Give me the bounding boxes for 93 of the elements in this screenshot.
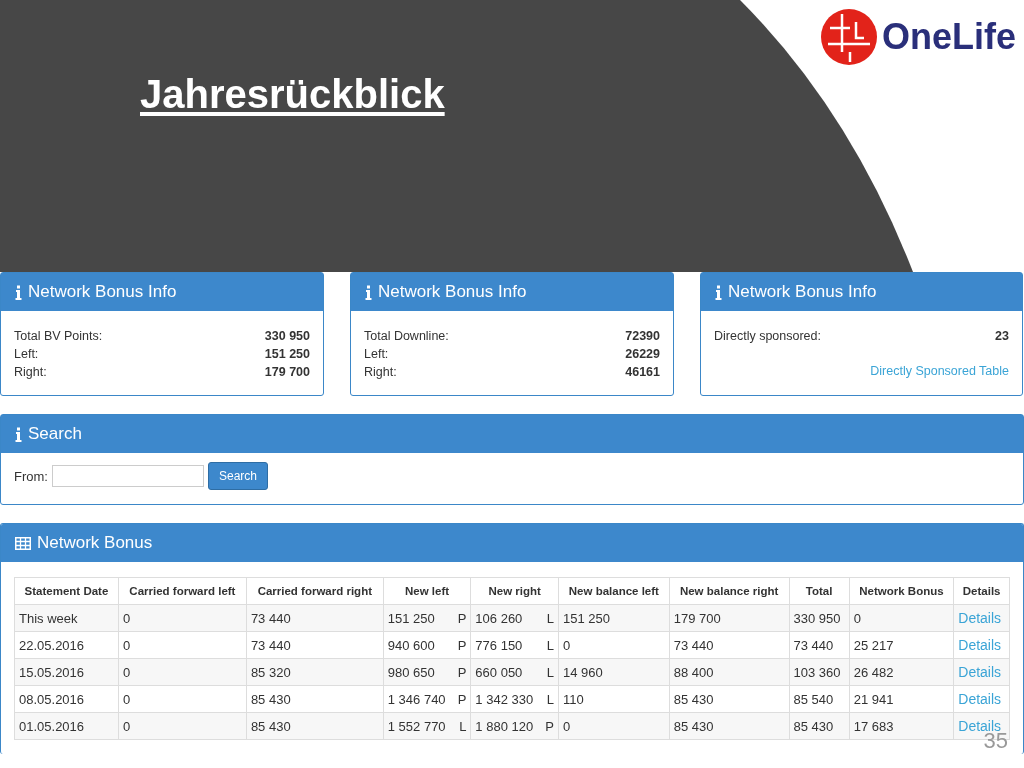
info-value: 151 250 (264, 346, 310, 363)
table-cell: 776 150 (475, 637, 523, 653)
column-header: New balance left (558, 577, 670, 605)
table-cell: 73 440 (669, 631, 789, 659)
leg-label: P (457, 664, 467, 680)
table-cell: 15.05.2016 (14, 658, 119, 686)
info-icon (365, 284, 372, 300)
table-cell: 0 (118, 631, 247, 659)
table-cell: 85 430 (669, 685, 789, 713)
table-cell: 85 540 (789, 685, 850, 713)
table-cell: 88 400 (669, 658, 789, 686)
table-cell: 151 250 (558, 604, 670, 632)
panel-title: Network Bonus Info (728, 282, 877, 302)
info-value: 72390 (625, 328, 660, 345)
panel-title: Search (28, 424, 82, 444)
sponsored-table-link[interactable]: Directly Sponsored Table (870, 362, 1009, 380)
column-header: Carried forward left (118, 577, 247, 605)
info-label: Left: (14, 346, 39, 363)
info-value: 26229 (625, 346, 660, 363)
info-label: Right: (14, 364, 47, 381)
leg-label: L (546, 637, 554, 653)
from-input-field[interactable] (51, 465, 204, 487)
column-header: New balance right (669, 577, 789, 605)
leg-label: L (546, 610, 554, 626)
table-cell: 0 (558, 712, 670, 740)
logo-text: OneLife (882, 16, 1016, 58)
table-icon (15, 536, 31, 550)
info-value: 46161 (625, 364, 660, 381)
table-cell: 17 683 (849, 712, 954, 740)
column-header: Carried forward right (246, 577, 384, 605)
column-header: Statement Date (14, 577, 119, 605)
table-cell: 73 440 (246, 604, 384, 632)
table-cell: 0 (118, 658, 247, 686)
table-cell: 1 346 740 (387, 691, 446, 707)
table-cell: 0 (849, 604, 954, 632)
table-cell: 85 430 (669, 712, 789, 740)
table-cell: 1 552 770 (387, 718, 446, 734)
column-header: New left (383, 577, 471, 605)
column-header: Details (953, 577, 1010, 605)
table-cell: 0 (118, 604, 247, 632)
panel-title: Network Bonus Info (28, 282, 177, 302)
leg-label: P (457, 637, 467, 653)
info-label: Directly sponsored: (714, 328, 821, 345)
table-cell: 25 217 (849, 631, 954, 659)
leg-label: L (459, 718, 467, 734)
leg-label: P (457, 610, 467, 626)
column-header: Total (789, 577, 850, 605)
table-cell: 179 700 (669, 604, 789, 632)
leg-label: P (545, 718, 554, 734)
leg-label: P (457, 691, 467, 707)
table-cell: 85 430 (246, 712, 384, 740)
table-cell: 0 (118, 685, 247, 713)
info-icon (715, 284, 722, 300)
table-cell: 940 600 (387, 637, 435, 653)
search-button[interactable]: Search (207, 462, 268, 490)
info-value: 330 950 (264, 328, 310, 345)
table-cell: 73 440 (789, 631, 850, 659)
table-cell: 980 650 (387, 664, 435, 680)
table-cell: 26 482 (849, 658, 954, 686)
table-cell: This week (14, 604, 119, 632)
info-value: 179 700 (264, 364, 310, 381)
table-cell: 0 (558, 631, 670, 659)
table-cell: 14 960 (558, 658, 670, 686)
table-cell: 73 440 (246, 631, 384, 659)
column-header: New right (470, 577, 559, 605)
info-label: Total BV Points: (14, 328, 103, 345)
from-label: From: (14, 468, 48, 484)
table-cell: 1 342 330 (475, 691, 534, 707)
table-cell: 110 (558, 685, 670, 713)
table-cell: 08.05.2016 (14, 685, 119, 713)
table-cell: 0 (118, 712, 247, 740)
table-cell: 151 250 (387, 610, 435, 626)
table-cell: 106 260 (475, 610, 523, 626)
leg-label: L (546, 664, 554, 680)
table-cell: 660 050 (475, 664, 523, 680)
info-icon (15, 426, 22, 442)
panel-title: Network Bonus (37, 533, 153, 553)
logo-icon (820, 8, 878, 66)
info-label: Total Downline: (364, 328, 449, 345)
slide-title: Jahresrückblick (140, 72, 445, 117)
table-cell: 01.05.2016 (14, 712, 119, 740)
column-header: Network Bonus (849, 577, 954, 605)
leg-label: L (546, 691, 554, 707)
info-icon (15, 284, 22, 300)
info-value: 23 (995, 328, 1009, 345)
table-cell: 1 880 120 (475, 718, 534, 734)
panel-title: Network Bonus Info (378, 282, 527, 302)
table-cell: 22.05.2016 (14, 631, 119, 659)
table-cell: 85 320 (246, 658, 384, 686)
info-label: Right: (364, 364, 397, 381)
table-cell: 21 941 (849, 685, 954, 713)
table-cell: 85 430 (246, 685, 384, 713)
info-label: Left: (364, 346, 389, 363)
